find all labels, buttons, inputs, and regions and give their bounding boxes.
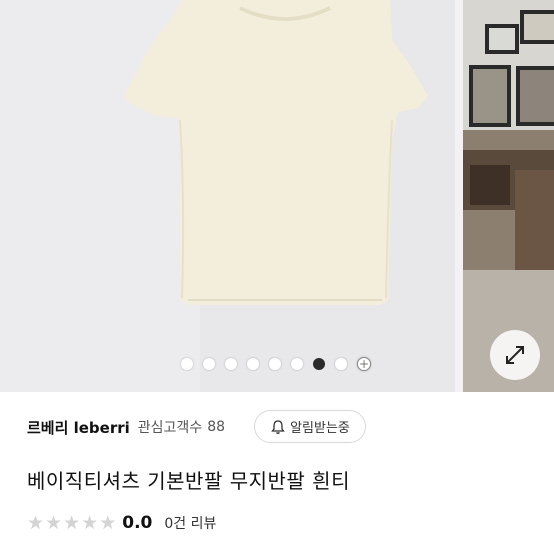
product-title: 베이직티셔츠 기본반팔 무지반팔 흰티 [27,469,350,493]
star-icon: ★ [63,511,81,534]
shop-info: 르베리 leberri 관심고객수 88 [27,413,225,441]
carousel-dot[interactable] [247,358,259,370]
carousel-dot[interactable] [335,358,347,370]
carousel-indicator: + [0,356,553,372]
expand-button[interactable] [490,330,540,380]
carousel-dot[interactable] [313,358,325,370]
alert-subscribe-button[interactable]: 알림받는중 [254,410,366,443]
star-icon: ★ [27,511,45,534]
star-icon: ★ [99,511,117,534]
star-icon: ★ [81,511,99,534]
alert-button-label: 알림받는중 [290,421,350,436]
review-count-link[interactable]: 0건 리뷰 [164,513,216,533]
star-icon: ★ [45,511,63,534]
carousel-dot[interactable] [225,358,237,370]
rating-value: 0.0 [122,513,153,533]
carousel-dot[interactable] [181,358,193,370]
product-photo-illustration [0,0,554,392]
product-image[interactable]: + [0,0,554,392]
interest-label: 관심고객수 [137,420,203,436]
carousel-dot[interactable] [269,358,281,370]
interest-count: 88 [207,419,226,435]
rating-row: ★★★★★ 0.0 0건 리뷰 [27,512,216,534]
bell-icon [271,419,285,434]
shop-name[interactable]: 르베리 leberri [27,417,130,438]
rating-stars: ★★★★★ [27,511,117,534]
expand-diagonal-icon [506,346,524,364]
carousel-dot[interactable] [291,358,303,370]
carousel-dot[interactable] [203,358,215,370]
add-icon[interactable]: + [357,357,371,371]
